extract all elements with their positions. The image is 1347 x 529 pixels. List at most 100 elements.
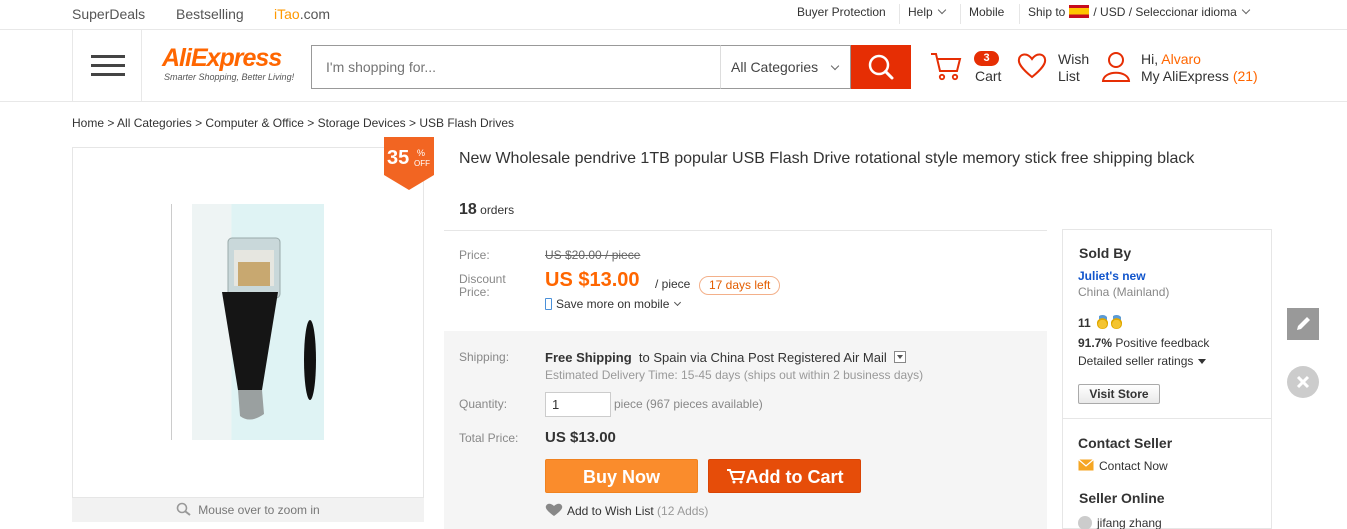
discount-price: US $13.00: [545, 269, 640, 291]
quantity-input[interactable]: [545, 392, 611, 417]
search-box: [311, 45, 721, 89]
account-link[interactable]: [1101, 50, 1131, 85]
cart-icon: [726, 469, 745, 484]
wishlist-label-line1[interactable]: Wish: [1058, 51, 1089, 68]
search-icon: [868, 54, 894, 80]
sold-by-heading: Sold By: [1079, 245, 1132, 261]
medal-icon: [1111, 315, 1123, 329]
add-to-wishlist-label: Add to Wish List: [567, 504, 654, 518]
avatar: [1078, 516, 1092, 529]
divider: [899, 4, 900, 24]
orders-number: 18: [459, 201, 477, 218]
breadcrumb-all-categories[interactable]: All Categories: [117, 116, 192, 130]
user-name-link[interactable]: Alvaro: [1161, 51, 1201, 67]
logo-tagline: Smarter Shopping, Better Living!: [164, 72, 295, 82]
mobile-link[interactable]: Mobile: [969, 5, 1004, 19]
breadcrumb-usb-flash-drives[interactable]: USB Flash Drives: [419, 116, 514, 130]
add-to-cart-button[interactable]: Add to Cart: [708, 459, 861, 493]
usb-drive-image: [222, 237, 316, 420]
chevron-down-icon: [830, 61, 840, 71]
shipping-dropdown-icon[interactable]: [894, 351, 907, 363]
positive-feedback: 91.7% Positive feedback: [1078, 336, 1209, 350]
total-price-label: Total Price:: [459, 431, 519, 445]
seller-location: China (Mainland): [1078, 285, 1170, 299]
hamburger-icon: [91, 64, 125, 67]
cart-count-badge: 3: [974, 51, 999, 66]
visit-store-button[interactable]: Visit Store: [1078, 384, 1160, 404]
logo-wordmark: AliExpress: [162, 44, 282, 72]
divider: [960, 4, 961, 24]
wishlist-link[interactable]: [1017, 52, 1047, 83]
ship-to-language-menu[interactable]: Ship to / USD / Seleccionar idioma: [1028, 5, 1250, 19]
close-icon: [1296, 375, 1310, 389]
bestselling-link[interactable]: Bestselling: [176, 6, 244, 22]
discount-price-label-line2: Price:: [459, 285, 490, 299]
buyer-protection-link[interactable]: Buyer Protection: [797, 5, 886, 19]
my-aliexpress-link[interactable]: My AliExpress (21): [1141, 68, 1258, 85]
online-seller-user[interactable]: jifang zhang: [1078, 516, 1162, 529]
help-menu[interactable]: Help: [908, 5, 946, 19]
top-utility-bar: SuperDeals Bestselling iTao.com Buyer Pr…: [0, 0, 1347, 30]
price-label: Price:: [459, 248, 490, 262]
itao-link[interactable]: iTao.com: [274, 6, 330, 22]
itao-link-part-a: iTao: [274, 6, 300, 22]
orders-count: 18 orders: [459, 201, 514, 219]
product-photo[interactable]: [192, 204, 324, 440]
store-name-link[interactable]: Juliet's new: [1078, 269, 1146, 283]
seller-score-number: 11: [1078, 316, 1091, 330]
divider: [444, 230, 1047, 231]
original-price: US $20.00 / piece: [545, 248, 641, 262]
magnifier-icon: [176, 502, 191, 516]
message-count: (21): [1232, 68, 1258, 84]
wishlist-adds-count: (12 Adds): [657, 504, 709, 518]
detailed-ratings-toggle[interactable]: Detailed seller ratings: [1078, 354, 1207, 368]
contact-now-label: Contact Now: [1099, 459, 1168, 473]
seller-online-heading: Seller Online: [1079, 490, 1165, 506]
feedback-edit-button[interactable]: [1287, 308, 1319, 340]
breadcrumb-separator: >: [104, 116, 118, 130]
menu-button[interactable]: [72, 30, 142, 102]
breadcrumb-storage-devices[interactable]: Storage Devices: [318, 116, 406, 130]
help-label: Help: [908, 5, 933, 19]
breadcrumb-separator: >: [191, 116, 206, 130]
buy-now-button[interactable]: Buy Now: [545, 459, 698, 493]
chevron-down-icon: [1241, 5, 1250, 15]
itao-link-part-b: .com: [299, 6, 331, 22]
spain-flag-icon: [1069, 5, 1090, 18]
online-user-name: jifang zhang: [1097, 516, 1162, 529]
cart-icon: [931, 53, 962, 81]
search-input[interactable]: [312, 46, 721, 88]
image-border-line: [171, 204, 172, 440]
seller-score: 11: [1078, 315, 1123, 330]
cart-label[interactable]: Cart: [975, 68, 1001, 85]
currency-language-label: / USD / Seleccionar idioma: [1093, 5, 1237, 19]
add-to-cart-label: Add to Cart: [745, 467, 844, 487]
close-floating-button[interactable]: [1287, 366, 1319, 398]
divider: [1062, 418, 1272, 419]
superdeals-link[interactable]: SuperDeals: [72, 6, 145, 22]
free-shipping: Free Shipping: [545, 350, 632, 365]
aliexpress-logo[interactable]: AliExpress Smarter Shopping, Better Livi…: [162, 44, 294, 90]
breadcrumb-separator: >: [405, 116, 420, 130]
divider: [1019, 4, 1020, 24]
category-select[interactable]: All Categories: [720, 45, 851, 89]
add-to-wishlist-link[interactable]: Add to Wish List (12 Adds): [545, 503, 708, 518]
zoom-hint-text: Mouse over to zoom in: [198, 503, 320, 517]
cart-link[interactable]: [930, 50, 962, 85]
quantity-label: Quantity:: [459, 397, 508, 411]
wishlist-label-line2[interactable]: List: [1058, 68, 1080, 85]
per-piece-unit: / piece: [655, 277, 691, 291]
orders-label: orders: [480, 203, 515, 217]
chevron-down-icon: [674, 298, 682, 307]
search-button[interactable]: [851, 45, 911, 89]
mobile-savings-link[interactable]: Save more on mobile: [545, 297, 682, 311]
shipping-method[interactable]: Free Shipping to Spain via China Post Re…: [545, 350, 907, 365]
discount-percent: %: [417, 148, 426, 158]
pencil-icon: [1297, 317, 1310, 330]
breadcrumb-computer-office[interactable]: Computer & Office: [205, 116, 303, 130]
user-icon: [1101, 52, 1131, 82]
detailed-ratings-label: Detailed seller ratings: [1078, 354, 1194, 368]
contact-now-link[interactable]: Contact Now: [1078, 459, 1168, 473]
ship-to-label: Ship to: [1028, 5, 1066, 19]
breadcrumb-home[interactable]: Home: [72, 116, 104, 130]
